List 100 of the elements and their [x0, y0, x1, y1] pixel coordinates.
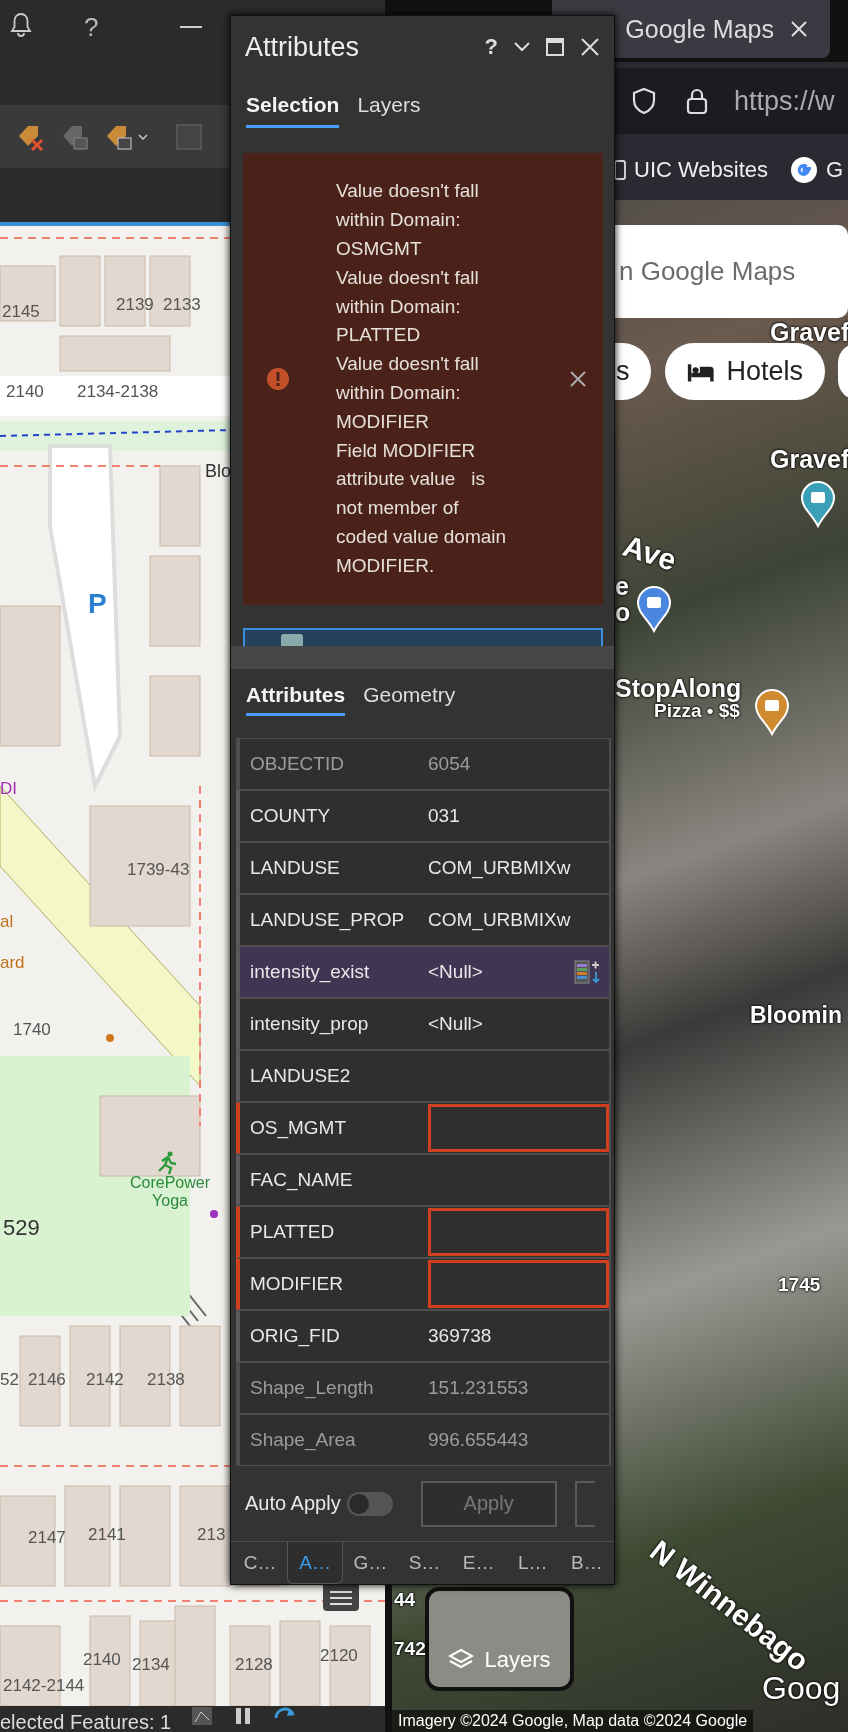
attribute-row[interactable]: intensity_prop <Null> [236, 998, 611, 1050]
attribute-row[interactable]: MODIFIER [236, 1258, 611, 1310]
attribute-row[interactable]: ORIG_FID 369738 [236, 1310, 611, 1362]
attribute-row[interactable]: FAC_NAME [236, 1154, 611, 1206]
tab[interactable]: C… [233, 1542, 288, 1584]
field-name: OBJECTID [249, 753, 345, 775]
value-field[interactable] [428, 1104, 609, 1152]
shopping-bag-pin-icon[interactable] [636, 585, 672, 633]
tab[interactable]: G… [343, 1542, 398, 1584]
map-label: Bloomin [750, 1002, 842, 1029]
attribute-row[interactable]: PLATTED [236, 1206, 611, 1258]
tab[interactable]: Geometry [363, 682, 456, 716]
tab[interactable]: A… [287, 1542, 344, 1584]
field-name: LANDUSE_PROP [249, 909, 406, 931]
map-label: 2145 [2, 302, 40, 322]
field-name: MODIFIER [249, 1273, 344, 1295]
field-value[interactable]: <Null> [428, 999, 609, 1049]
attribute-row[interactable]: LANDUSE_PROP COM_URBMIXw [236, 894, 611, 946]
map-label: 2128 [235, 1655, 273, 1675]
map-label: 742 [394, 1638, 426, 1660]
tab[interactable]: Layers [357, 93, 421, 128]
filter-chip[interactable]: Hotels [665, 343, 825, 400]
field-value[interactable]: <Null> [428, 947, 609, 997]
field-calculate-icon[interactable] [573, 958, 601, 986]
attribute-row[interactable]: COUNTY 031 [236, 790, 611, 842]
field-name: OS_MGMT [249, 1117, 348, 1139]
map-label: 44 [394, 1589, 416, 1611]
map-label: o [615, 598, 631, 627]
restaurant-pin-icon[interactable] [754, 688, 790, 736]
map-label: ard [0, 953, 25, 973]
field-name: intensity_prop [249, 1013, 370, 1035]
attribute-row[interactable]: OBJECTID 6054 [236, 738, 611, 790]
map-label: 2134 [132, 1655, 170, 1675]
value-field[interactable] [428, 1208, 609, 1256]
map-label: Goog [762, 1670, 841, 1707]
attribute-row[interactable]: LANDUSE2 [236, 1050, 611, 1102]
search-field[interactable]: n Google Maps [615, 225, 848, 318]
help-button[interactable]: ? [484, 34, 498, 60]
map-tool-icon[interactable] [191, 1706, 214, 1726]
auto-apply-toggle[interactable] [346, 1491, 393, 1516]
map-label: CorePower Yoga [129, 1174, 211, 1210]
field-value[interactable]: 996.655443 [428, 1415, 609, 1465]
tab[interactable]: E… [451, 1542, 506, 1584]
value-field[interactable] [428, 1260, 609, 1308]
map-label: 2142 [86, 1370, 124, 1390]
map-label: al [0, 912, 14, 932]
field-name: ORIG_FID [249, 1325, 341, 1347]
field-value[interactable]: 369738 [428, 1311, 609, 1361]
help-button[interactable]: ? [84, 12, 99, 42]
map-label: 2134-2138 [77, 382, 159, 402]
map-label: 1745 [778, 1274, 821, 1296]
field-value[interactable]: COM_URBMIXw [428, 843, 609, 893]
lock-icon [686, 87, 708, 115]
field-name: LANDUSE2 [249, 1065, 352, 1087]
attribute-row[interactable]: intensity_exist <Null> [236, 946, 611, 998]
pane-title: Attributes [245, 31, 361, 63]
tab[interactable]: B… [559, 1542, 614, 1584]
error-message: Value doesn't fall within Domain: OSMGMT Value doesn't fall within Domain: PLATTED Value doesn't fall within Domain: MODIFIER Field MODIFIER attribute value is not member of coded value domain MODIFIER. [335, 179, 508, 578]
status-text: elected Features: 1 [0, 1710, 172, 1732]
maximize-icon[interactable] [546, 38, 564, 56]
map-label: P [88, 588, 107, 620]
auto-apply-label: Auto Apply [245, 1492, 341, 1515]
attribute-row[interactable]: Shape_Area 996.655443 [236, 1414, 611, 1466]
bell-icon[interactable] [10, 12, 32, 38]
tab[interactable]: Selection [246, 93, 340, 128]
map-label: 2141 [88, 1525, 126, 1545]
chevron-down-icon[interactable] [514, 42, 530, 52]
field-value[interactable]: 6054 [428, 739, 609, 789]
shield-icon[interactable] [632, 87, 656, 115]
field-name: intensity_exist [249, 961, 371, 983]
map-label: 213 [197, 1525, 226, 1545]
bookmark-link[interactable]: G [790, 156, 844, 184]
tab[interactable]: S… [397, 1542, 452, 1584]
attribute-row[interactable]: OS_MGMT [236, 1102, 611, 1154]
museum-pin-icon[interactable] [800, 480, 836, 528]
bookmark-label[interactable]: G [826, 157, 844, 183]
field-name: Shape_Length [249, 1377, 375, 1399]
minimize-button[interactable] [180, 26, 203, 28]
tab[interactable]: Attributes [246, 682, 346, 716]
map-label: 2138 [147, 1370, 185, 1390]
map-attribution: Imagery ©2024 Google, Map data ©2024 Google [392, 1710, 754, 1732]
close-icon[interactable] [569, 370, 587, 388]
filter-chip[interactable]: s [615, 343, 651, 400]
map-label: 1739-43 [127, 860, 190, 880]
map-label: 1740 [13, 1020, 51, 1040]
map-label: 2133 [163, 295, 201, 315]
field-value[interactable]: COM_URBMIXw [428, 895, 609, 945]
error-icon [266, 367, 290, 391]
map-label: 2147 [28, 1528, 66, 1548]
running-person-icon [156, 1151, 178, 1175]
map-label: 2146 [28, 1370, 66, 1390]
map-label: 529 [3, 1215, 40, 1241]
attribute-row[interactable]: LANDUSE COM_URBMIXw [236, 842, 611, 894]
attribute-row[interactable]: Shape_Length 151.231553 [236, 1362, 611, 1414]
field-value[interactable]: 151.231553 [428, 1363, 609, 1413]
caret-icon[interactable] [138, 132, 148, 141]
field-value[interactable]: 031 [428, 791, 609, 841]
splitter-handle[interactable] [231, 646, 614, 669]
tab[interactable]: L… [505, 1542, 560, 1584]
map-label: 52 [0, 1370, 19, 1390]
